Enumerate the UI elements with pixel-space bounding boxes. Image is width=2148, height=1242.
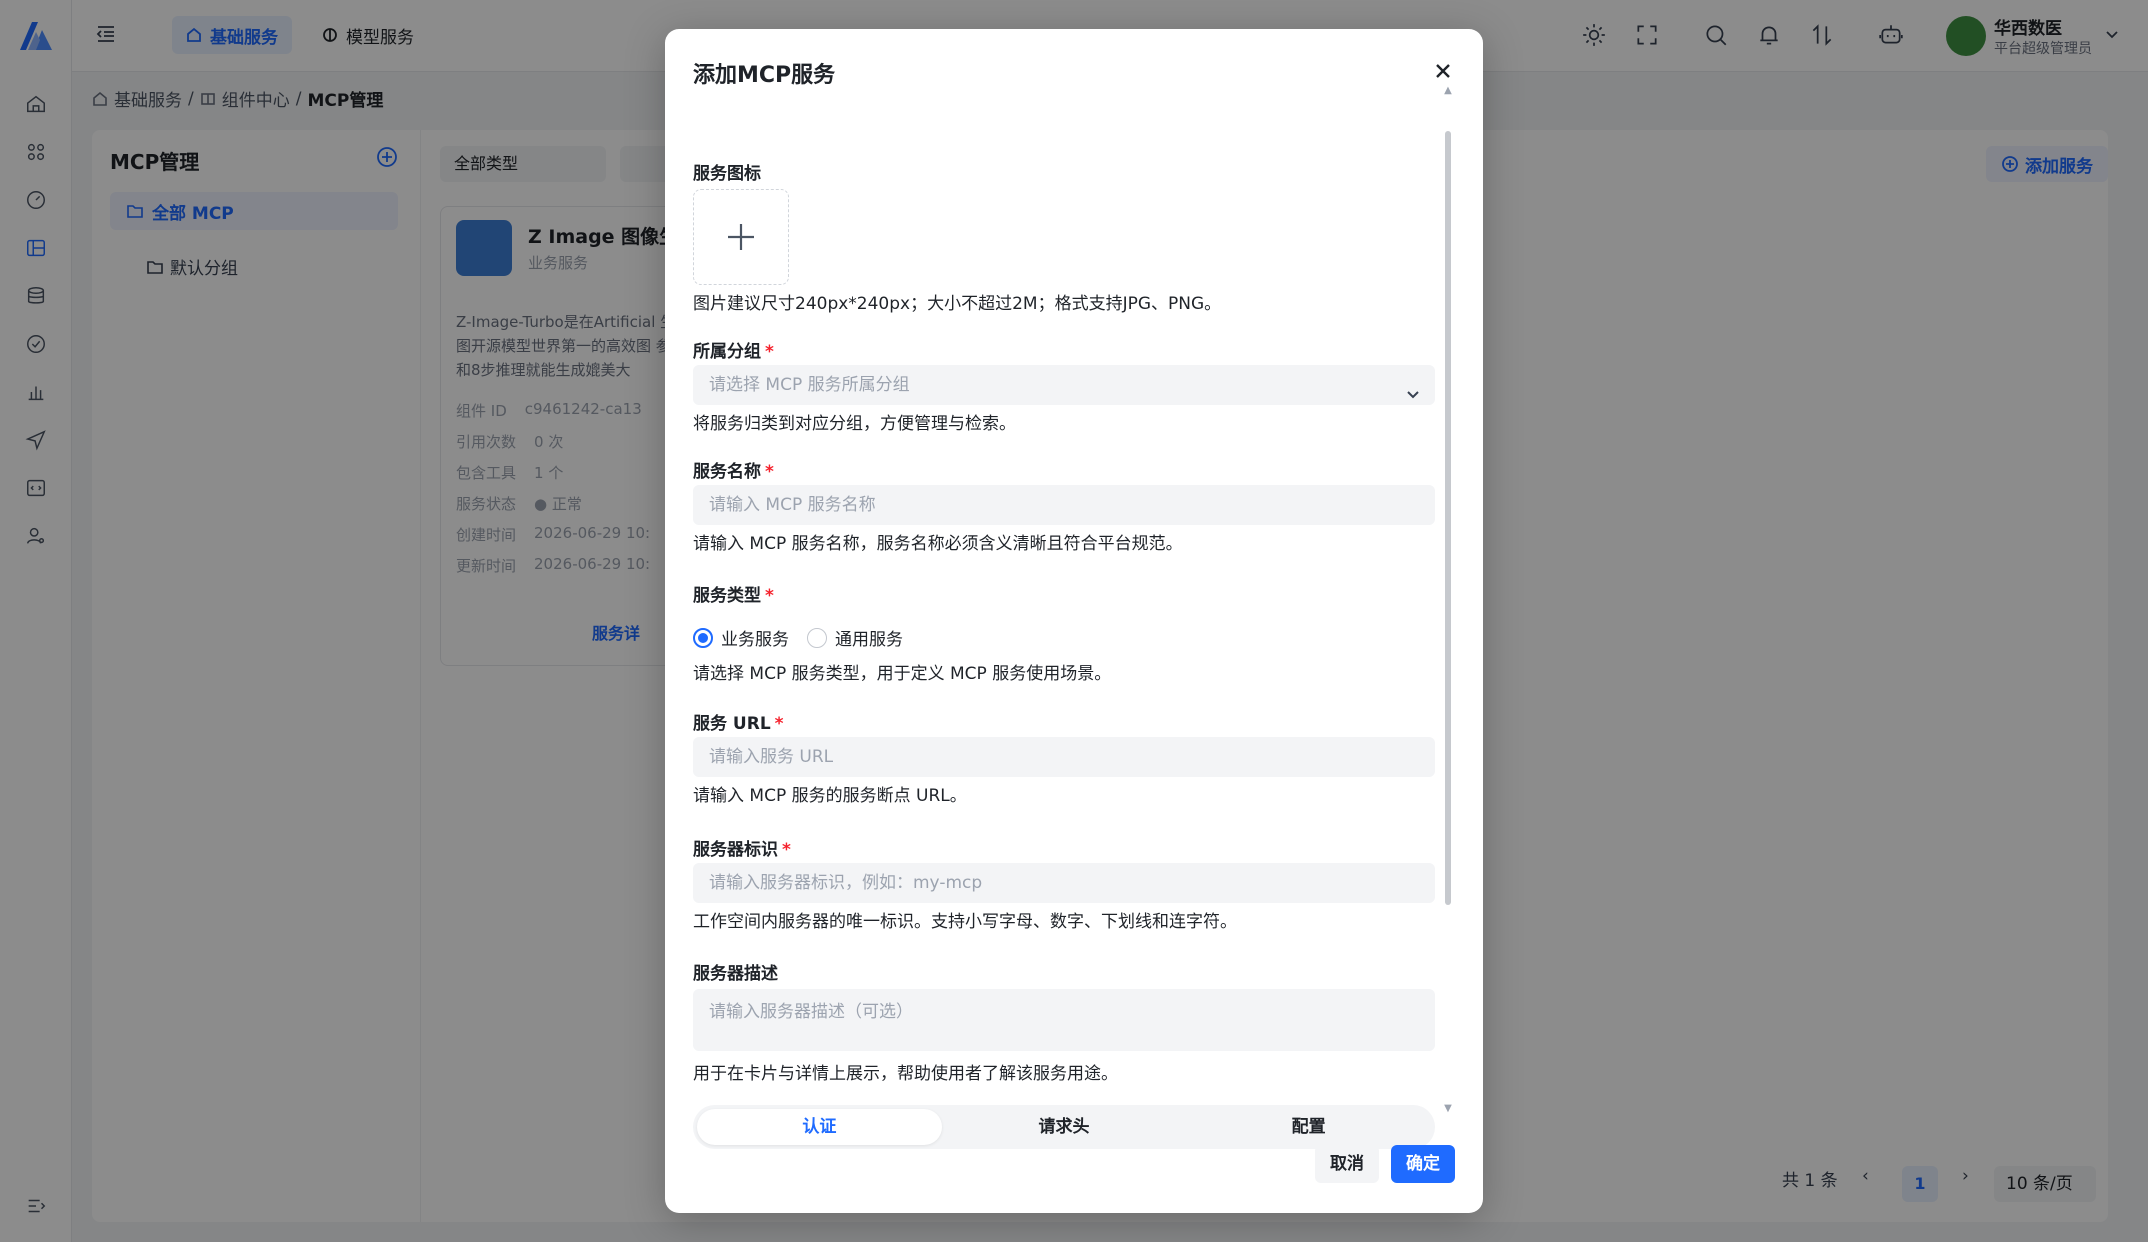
type-field-label: 服务类型 * [693,581,774,606]
cancel-button[interactable]: 取消 [1315,1145,1379,1183]
server-id-field-label: 服务器标识 * [693,835,791,860]
radio-unchecked[interactable] [807,627,827,648]
server-desc-field-label: 服务器描述 [693,959,778,984]
server-desc-field-help: 用于在卡片与详情上展示，帮助使用者了解该服务用途。 [693,1064,1118,1084]
group-placeholder: 请选择 MCP 服务所属分组 [709,375,910,395]
tab-config[interactable]: 配置 [1186,1109,1431,1145]
chevron-down-icon [1405,377,1421,399]
required-mark: * [774,714,784,734]
radio-business-service[interactable]: 业务服务 [693,625,789,650]
required-mark: * [782,840,791,860]
label-text: 服务器标识 [693,840,778,860]
radio-general-service[interactable]: 通用服务 [807,625,903,650]
name-field-help: 请输入 MCP 服务名称，服务名称必须含义清晰且符合平台规范。 [693,534,1183,554]
dialog-body[interactable]: 服务图标 图片建议尺寸240px*240px；大小不超过2M；格式支持JPG、P… [693,119,1435,1149]
required-mark: * [765,462,774,482]
service-type-radio-group: 业务服务 通用服务 [693,625,921,650]
label-text: 服务名称 [693,462,761,482]
name-field-label: 服务名称 * [693,457,774,482]
type-field-help: 请选择 MCP 服务类型，用于定义 MCP 服务使用场景。 [693,664,1112,684]
url-field-label: 服务 URL * [693,709,784,734]
config-segmented-tabs: 认证 请求头 配置 [693,1105,1435,1149]
scroll-down-icon[interactable]: ▼ [1443,1104,1453,1114]
required-mark: * [765,586,774,606]
label-text: 服务 URL [693,714,771,734]
dialog-title: 添加MCP服务 [693,63,836,88]
group-field-help: 将服务归类到对应分组，方便管理与检索。 [693,414,1016,434]
close-icon [1436,64,1450,78]
label-text: 服务器描述 [693,964,778,984]
server-id-field-help: 工作空间内服务器的唯一标识。支持小写字母、数字、下划线和连字符。 [693,912,1237,932]
plus-icon [728,224,754,250]
radio-label: 业务服务 [721,630,789,650]
confirm-button[interactable]: 确定 [1391,1145,1455,1183]
icon-field-label: 服务图标 [693,159,761,184]
scroll-thumb[interactable] [1445,131,1451,905]
group-select[interactable]: 请选择 MCP 服务所属分组 [693,365,1435,405]
tab-headers[interactable]: 请求头 [942,1109,1187,1145]
label-text: 所属分组 [693,342,761,362]
required-mark: * [765,342,774,362]
radio-checked[interactable] [693,627,713,648]
radio-label: 通用服务 [835,630,903,650]
label-text: 服务图标 [693,164,761,184]
tab-auth[interactable]: 认证 [697,1109,942,1145]
service-name-input[interactable]: 请输入 MCP 服务名称 [693,485,1435,525]
url-field-help: 请输入 MCP 服务的服务断点 URL。 [693,786,967,806]
icon-field-help: 图片建议尺寸240px*240px；大小不超过2M；格式支持JPG、PNG。 [693,294,1222,314]
server-id-input[interactable]: 请输入服务器标识，例如：my-mcp [693,863,1435,903]
close-button[interactable] [1429,57,1457,85]
icon-upload[interactable] [693,189,789,285]
add-mcp-dialog: 添加MCP服务 服务图标 图片建议尺寸240px*240px；大小不超过2M；格… [665,29,1483,1213]
label-text: 服务类型 [693,586,761,606]
group-field-label: 所属分组 * [693,337,774,362]
scroll-up-icon[interactable]: ▲ [1443,86,1453,96]
service-url-input[interactable]: 请输入服务 URL [693,737,1435,777]
server-desc-textarea[interactable]: 请输入服务器描述（可选） [693,989,1435,1051]
